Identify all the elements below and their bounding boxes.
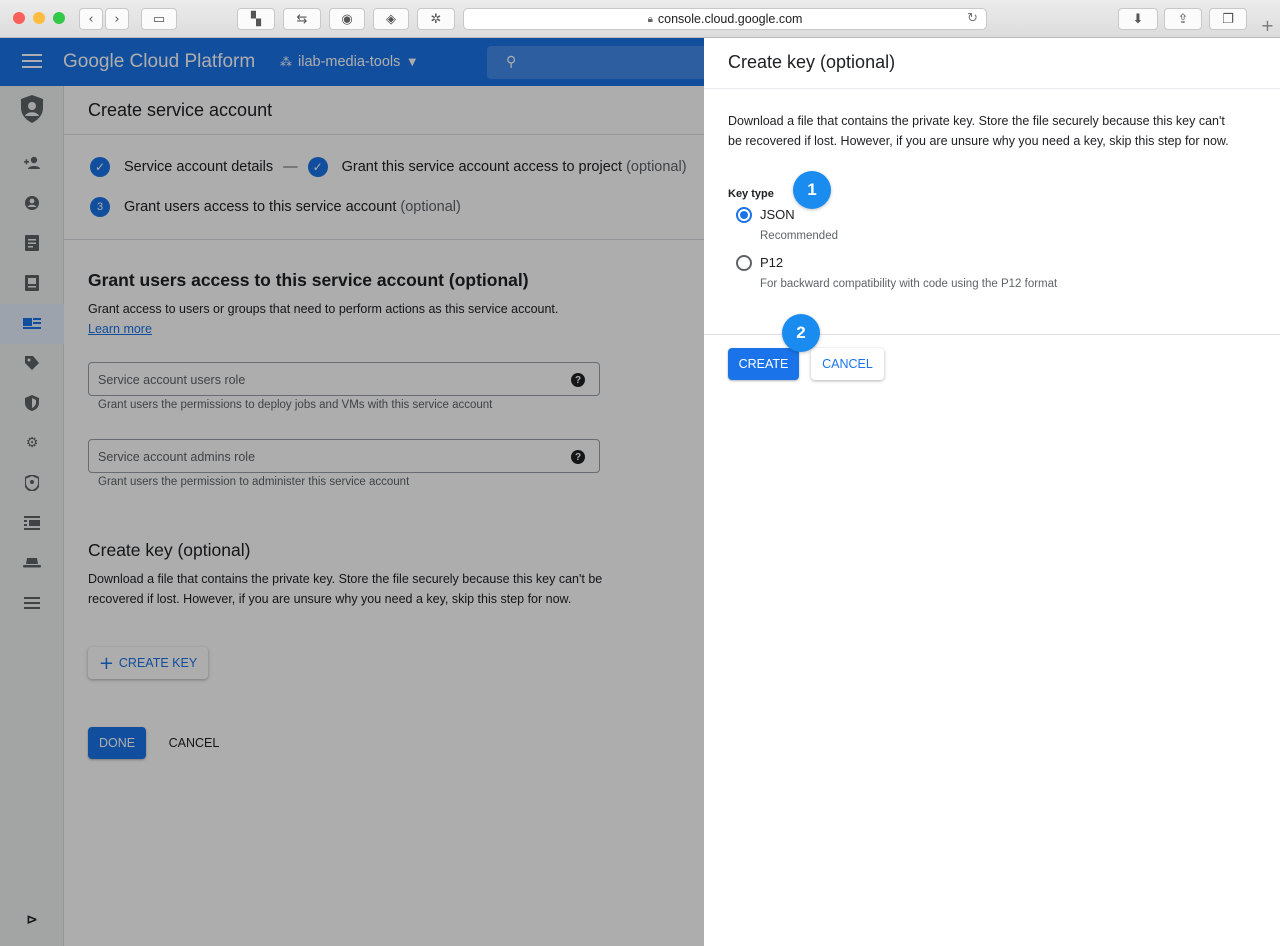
back-icon[interactable]: ‹: [79, 8, 103, 30]
downloads-icon[interactable]: ⬇: [1118, 8, 1158, 30]
browser-toolbar: ‹ › ▭ ▚ ⇆ ◉ ◈ ✲ 🔒︎ console.cloud.google.…: [0, 0, 1280, 38]
json-radio[interactable]: [736, 207, 752, 223]
sidebar-toggle-icon[interactable]: ▭: [141, 8, 177, 30]
address-bar[interactable]: 🔒︎ console.cloud.google.com ↻: [463, 8, 987, 30]
create-button[interactable]: CREATE: [728, 348, 799, 380]
create-key-panel: Create key (optional) Download a file th…: [704, 38, 1280, 946]
json-option-sublabel: Recommended: [760, 230, 838, 242]
panel-cancel-button[interactable]: CANCEL: [811, 348, 884, 380]
json-option-label[interactable]: JSON: [760, 207, 795, 222]
tabs-overview-icon[interactable]: ❐: [1209, 8, 1247, 30]
annotation-badge-1: 1: [793, 171, 831, 209]
swap-icon[interactable]: ⇆: [283, 8, 321, 30]
close-window-button[interactable]: [13, 12, 25, 24]
panel-description: Download a file that contains the privat…: [728, 114, 1229, 148]
p12-option-label[interactable]: P12: [760, 255, 783, 270]
annotation-badge-2: 2: [782, 314, 820, 352]
p12-option-sublabel: For backward compatibility with code usi…: [760, 278, 1058, 290]
zoom-window-button[interactable]: [53, 12, 65, 24]
panel-title: Create key (optional): [728, 52, 896, 72]
modal-scrim[interactable]: [0, 38, 704, 946]
reload-icon[interactable]: ↻: [967, 11, 978, 26]
new-tab-icon[interactable]: +: [1255, 12, 1280, 38]
url-text: console.cloud.google.com: [657, 12, 803, 26]
panel-title-divider: [704, 88, 1280, 89]
minimize-window-button[interactable]: [33, 12, 45, 24]
ublock-icon[interactable]: ◈: [373, 8, 409, 30]
extension-icon[interactable]: ▚: [237, 8, 275, 30]
lock-icon: 🔒︎: [647, 13, 653, 25]
p12-radio[interactable]: [736, 255, 752, 271]
extension-icon-2[interactable]: ✲: [417, 8, 455, 30]
forward-icon[interactable]: ›: [105, 8, 129, 30]
password-manager-icon[interactable]: ◉: [329, 8, 365, 30]
share-icon[interactable]: ⇪: [1164, 8, 1202, 30]
key-type-label: Key type: [728, 188, 774, 200]
